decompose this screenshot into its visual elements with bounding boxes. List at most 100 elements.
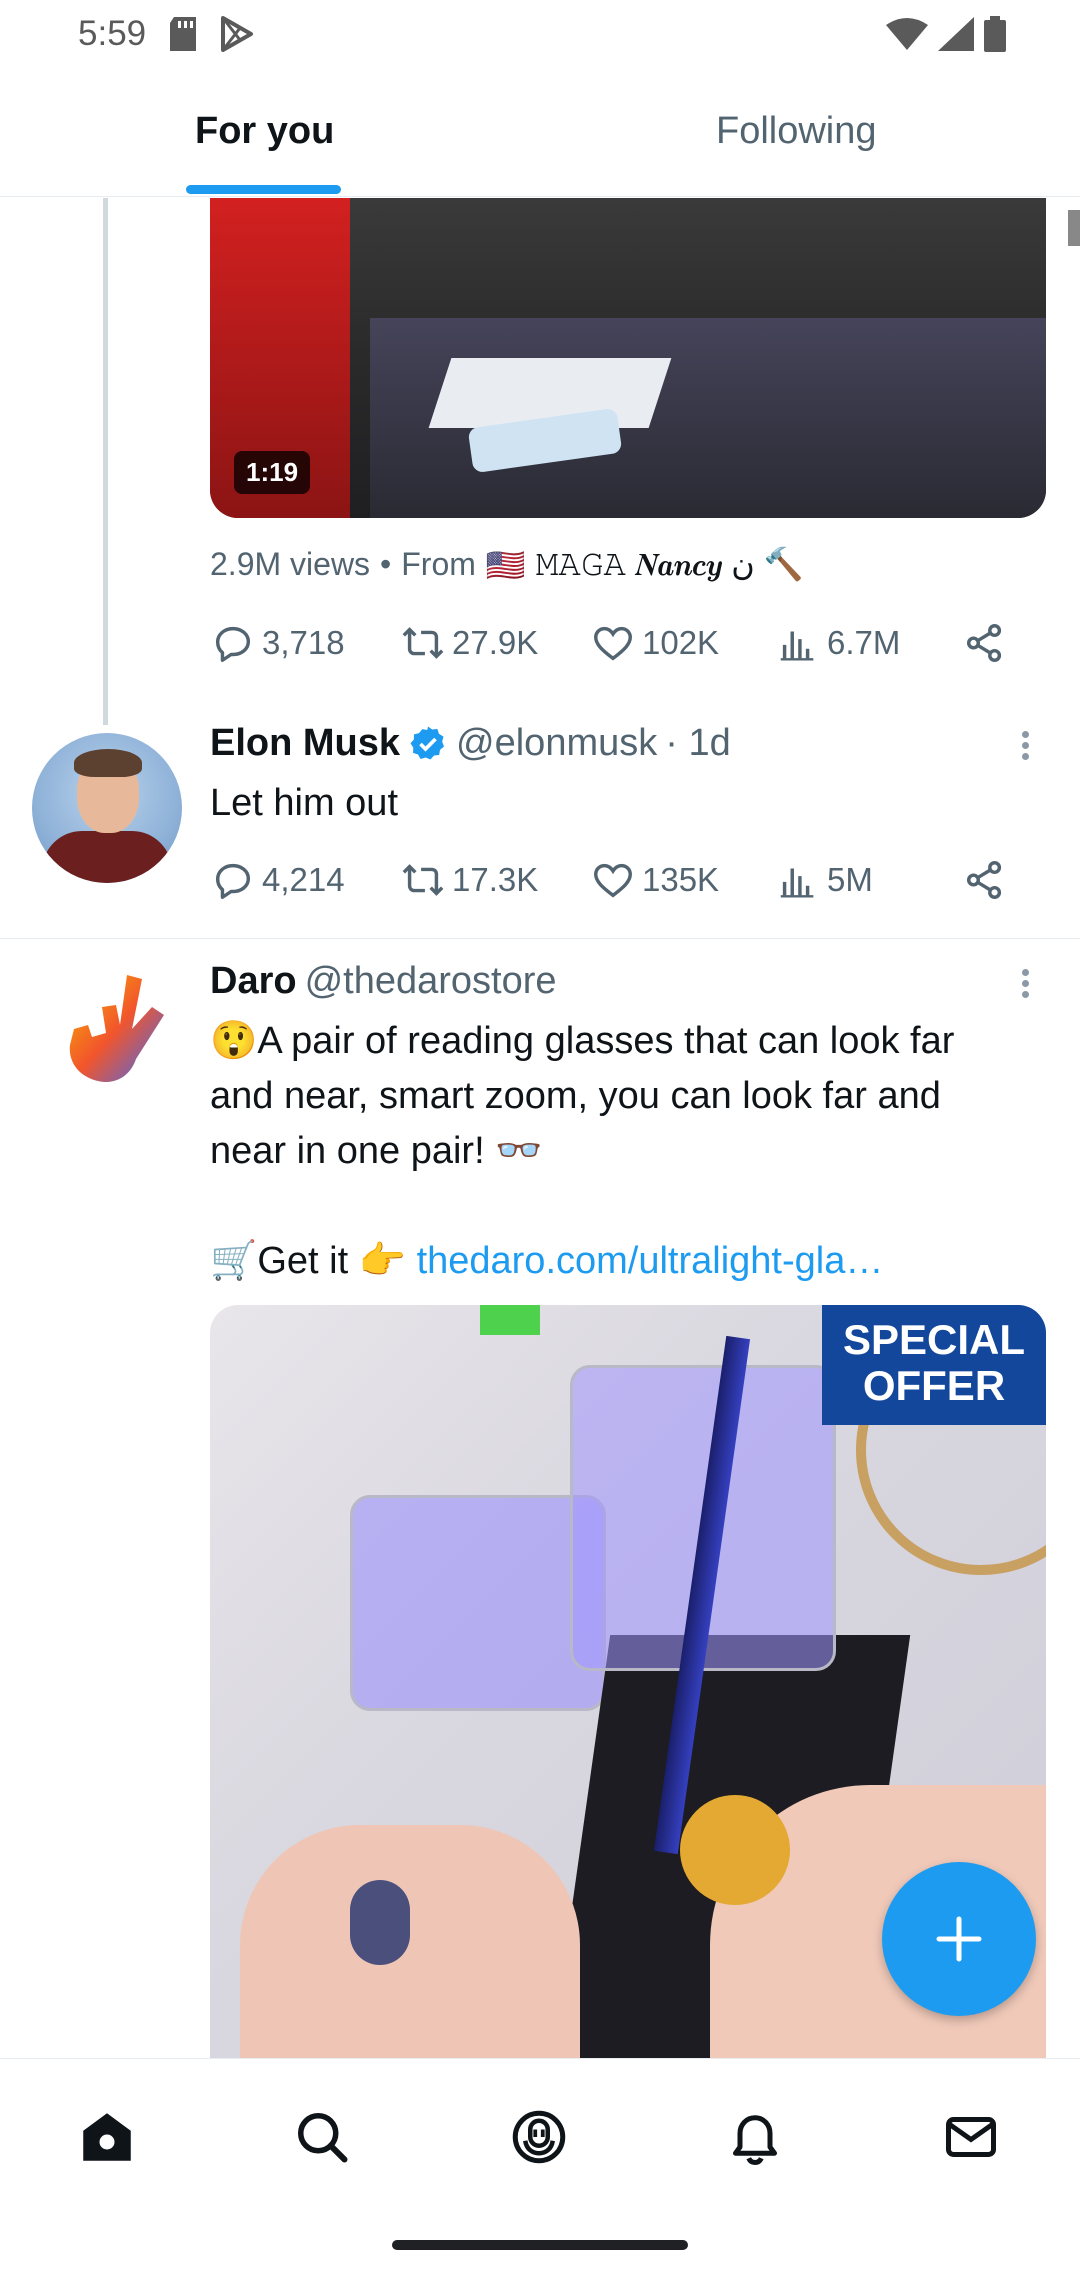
cell-signal-icon: [938, 17, 974, 51]
like-count: 135K: [642, 861, 720, 898]
reply-icon: [215, 626, 251, 662]
more-options-icon[interactable]: [1020, 965, 1030, 1002]
search-icon: [298, 2113, 348, 2163]
battery-icon: [984, 16, 1006, 52]
tweet-divider: [0, 938, 1080, 939]
view-count: 6.7M: [827, 624, 901, 661]
tweet-cta-line: 🛒Get it 👉 thedaro.com/ultralight-gla…: [210, 1234, 954, 1289]
video-views-line: 2.9M views • From 🇺🇸 𝙼𝙰𝙶𝙰 𝑵𝒂𝒏𝒄𝒚 ن 🔨: [210, 545, 804, 584]
image-frame-green: [480, 1305, 540, 1335]
heart-icon: [594, 863, 632, 898]
view-count: 5M: [827, 861, 873, 898]
reply-button[interactable]: 3,718: [210, 620, 345, 666]
image-frame-lens: [350, 1495, 606, 1711]
video-duration: 1:19: [234, 451, 311, 494]
reply-icon: [215, 863, 251, 899]
avatar[interactable]: [32, 733, 182, 883]
retweet-button[interactable]: 27.9K: [400, 620, 538, 666]
image-frame-hand: [240, 1825, 580, 2065]
active-tab-indicator: [186, 185, 341, 194]
author-handle[interactable]: @elonmusk: [456, 722, 657, 765]
timeline-tabs: For you Following: [0, 70, 1080, 197]
status-time: 5:59: [78, 14, 147, 53]
compose-button[interactable]: [882, 1862, 1036, 2016]
share-icon: [966, 624, 1002, 662]
from-flag: 🇺🇸: [485, 546, 526, 583]
retweet-count: 27.9K: [452, 624, 539, 661]
tweet-link[interactable]: thedaro.com/ultralight-gla…: [417, 1240, 884, 1282]
nav-messages[interactable]: [941, 2107, 1001, 2167]
separator-dot: •: [380, 546, 392, 582]
tweet-text-line: and near, smart zoom, you can look far a…: [210, 1075, 941, 1117]
tweet-text-line: near in one pair! 👓: [210, 1130, 543, 1172]
share-icon: [966, 861, 1002, 899]
more-options-icon[interactable]: [1020, 727, 1030, 764]
retweet-icon: [402, 864, 444, 896]
bottom-navigation: [0, 2058, 1080, 2209]
author-name[interactable]: Daro: [210, 960, 297, 1003]
status-left-icons: [170, 16, 254, 52]
home-icon: [83, 2113, 131, 2161]
verified-badge-icon: [410, 726, 445, 759]
special-offer-badge: SPECIAL OFFER: [822, 1305, 1046, 1425]
retweet-button[interactable]: 17.3K: [400, 857, 538, 903]
avatar-suit: [42, 831, 172, 883]
status-right-icons: [886, 16, 1006, 52]
views-button[interactable]: 6.7M: [775, 620, 900, 666]
badge-line: SPECIAL: [842, 1316, 1026, 1363]
wifi-icon: [886, 18, 928, 50]
share-button[interactable]: [962, 857, 1008, 903]
tweet-header: Elon Musk @elonmusk · 1d: [210, 722, 731, 765]
play-store-icon: [221, 16, 253, 52]
nav-notifications[interactable]: [725, 2107, 785, 2167]
thread-connector-line: [103, 198, 108, 725]
notifications-icon: [733, 2115, 777, 2166]
views-button[interactable]: 5M: [775, 857, 873, 903]
sd-card-icon: [170, 17, 196, 51]
view-count-text: 2.9M views: [210, 546, 371, 582]
tweet-video[interactable]: 1:19: [210, 198, 1046, 518]
badge-line: OFFER: [862, 1362, 1006, 1409]
retweet-icon: [402, 627, 444, 659]
image-frame-nail: [350, 1880, 410, 1965]
scrollbar-thumb[interactable]: [1068, 210, 1080, 246]
spaces-icon: [512, 2110, 566, 2164]
from-label: From: [401, 546, 476, 582]
avatar[interactable]: [32, 967, 182, 1117]
author-handle[interactable]: @thedarostore: [305, 960, 557, 1003]
reply-count: 4,214: [262, 861, 345, 898]
peace-hand-logo-icon: [69, 975, 164, 1083]
author-name[interactable]: Elon Musk: [210, 722, 400, 765]
nav-home[interactable]: [77, 2107, 137, 2167]
messages-icon: [946, 2117, 996, 2157]
from-source-name[interactable]: 𝙼𝙰𝙶𝙰 𝑵𝒂𝒏𝒄𝒚 ن 🔨: [536, 545, 804, 584]
avatar-hair: [74, 749, 142, 777]
share-button[interactable]: [962, 620, 1008, 666]
compose-plus-icon: [936, 1916, 982, 1962]
status-bar: 5:59: [0, 0, 1080, 70]
retweet-count: 17.3K: [452, 861, 539, 898]
reply-count: 3,718: [262, 624, 345, 661]
tweet-actions: 4,214 17.3K 135K 5M: [210, 857, 1010, 907]
gesture-home-indicator[interactable]: [392, 2240, 688, 2250]
nav-spaces[interactable]: [509, 2107, 569, 2167]
analytics-icon: [780, 868, 814, 898]
tab-following[interactable]: Following: [716, 110, 877, 153]
tweet-actions: 3,718 27.9K 102K 6.7M: [210, 620, 1010, 670]
tweet-text: 😲A pair of reading glasses that can look…: [210, 1014, 954, 1289]
heart-icon: [594, 626, 632, 661]
tweet-header: Daro @thedarostore: [210, 960, 557, 1003]
reply-button[interactable]: 4,214: [210, 857, 345, 903]
like-button[interactable]: 135K: [590, 857, 719, 903]
like-button[interactable]: 102K: [590, 620, 719, 666]
analytics-icon: [780, 631, 814, 661]
image-frame-nail: [680, 1795, 790, 1905]
nav-search[interactable]: [292, 2107, 352, 2167]
tweet-text-line: 😲A pair of reading glasses that can look…: [210, 1020, 955, 1062]
tweet-time[interactable]: · 1d: [665, 722, 730, 765]
tweet-text: Let him out: [210, 782, 398, 824]
tab-for-you[interactable]: For you: [195, 110, 334, 153]
cta-prefix: 🛒Get it 👉: [210, 1240, 406, 1282]
like-count: 102K: [642, 624, 720, 661]
